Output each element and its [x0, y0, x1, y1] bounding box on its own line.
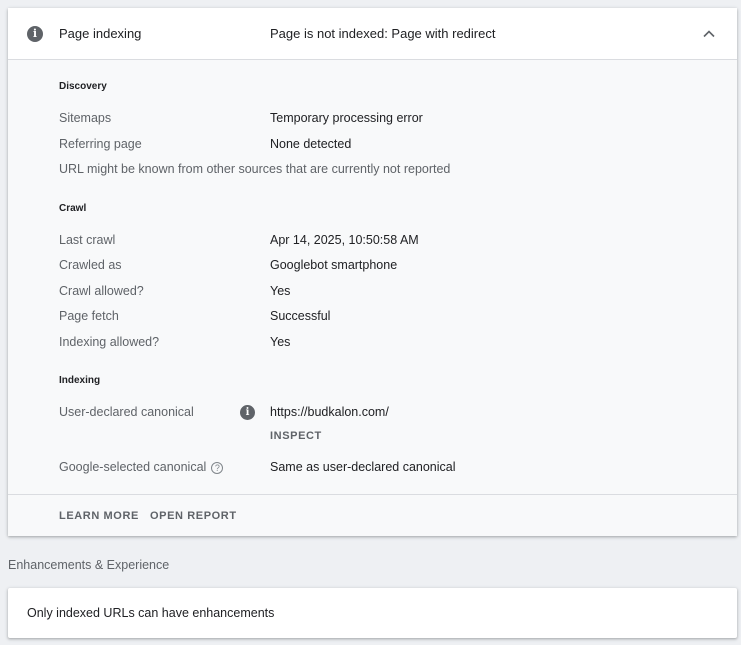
page-indexing-title: Page indexing	[59, 26, 142, 41]
page-indexing-card: i Page indexing Page is not indexed: Pag…	[8, 8, 737, 536]
user-canonical-label: User-declared canonical	[59, 405, 194, 419]
referring-page-value: None detected	[270, 137, 352, 151]
discovery-note: URL might be known from other sources th…	[59, 162, 451, 176]
enhancements-heading: Enhancements & Experience	[8, 558, 170, 572]
inspect-button[interactable]: INSPECT	[270, 429, 322, 443]
page-indexing-footer: LEARN MORE OPEN REPORT	[8, 495, 737, 536]
crawl-section-title: Crawl	[59, 203, 87, 214]
page-indexing-details: Discovery Sitemaps Temporary processing …	[8, 60, 737, 495]
indexing-status: Page is not indexed: Page with redirect	[270, 26, 496, 41]
google-canonical-label: Google-selected canonical	[59, 460, 207, 474]
sitemaps-label: Sitemaps	[59, 111, 112, 125]
sitemaps-value: Temporary processing error	[270, 111, 423, 125]
enhancements-message: Only indexed URLs can have enhancements	[27, 606, 275, 620]
indexing-section-title: Indexing	[59, 375, 101, 386]
info-icon[interactable]: i	[240, 405, 255, 420]
help-icon[interactable]: ?	[211, 462, 224, 474]
discovery-section-title: Discovery	[59, 81, 107, 92]
info-icon: i	[27, 26, 43, 42]
enhancements-card: Only indexed URLs can have enhancements	[8, 588, 737, 638]
crawled-as-value: Googlebot smartphone	[270, 258, 398, 272]
google-canonical-row-label: Google-selected canonical?	[59, 459, 224, 475]
indexing-allowed-label: Indexing allowed?	[59, 335, 160, 349]
learn-more-button[interactable]: LEARN MORE	[59, 509, 139, 523]
last-crawl-label: Last crawl	[59, 233, 116, 247]
open-report-button[interactable]: OPEN REPORT	[150, 509, 237, 523]
crawl-allowed-label: Crawl allowed?	[59, 284, 144, 298]
user-canonical-value: https://budkalon.com/	[270, 405, 389, 419]
crawled-as-label: Crawled as	[59, 258, 122, 272]
page-fetch-value: Successful	[270, 309, 331, 323]
indexing-allowed-value: Yes	[270, 335, 291, 349]
crawl-allowed-value: Yes	[270, 284, 291, 298]
page-fetch-label: Page fetch	[59, 309, 119, 323]
google-canonical-value: Same as user-declared canonical	[270, 460, 456, 474]
referring-page-label: Referring page	[59, 137, 142, 151]
last-crawl-value: Apr 14, 2025, 10:50:58 AM	[270, 233, 419, 247]
chevron-up-icon[interactable]	[699, 24, 719, 44]
page-indexing-header[interactable]: i Page indexing Page is not indexed: Pag…	[8, 8, 737, 60]
